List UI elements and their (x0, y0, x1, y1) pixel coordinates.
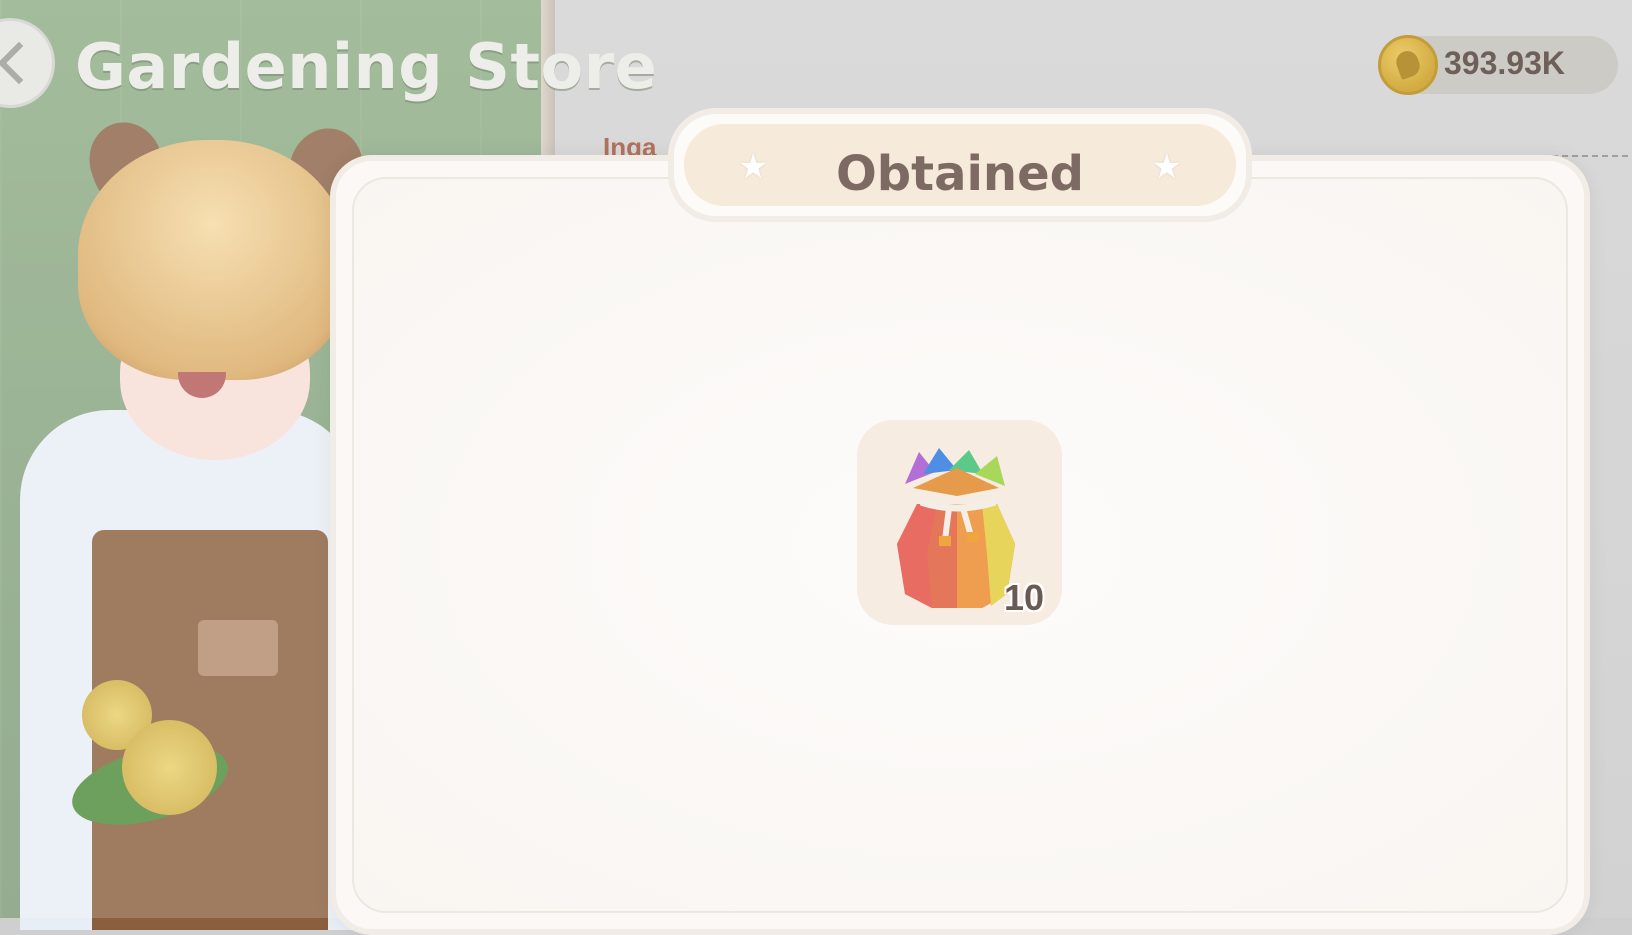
dialog-title-pill: ★ Obtained ★ (684, 124, 1236, 206)
reward-item-slot[interactable]: 10 (857, 420, 1062, 625)
item-quantity: 10 (1003, 577, 1044, 618)
star-icon: ★ (1151, 147, 1182, 187)
dialog-title-tab: ★ Obtained ★ (668, 108, 1252, 222)
